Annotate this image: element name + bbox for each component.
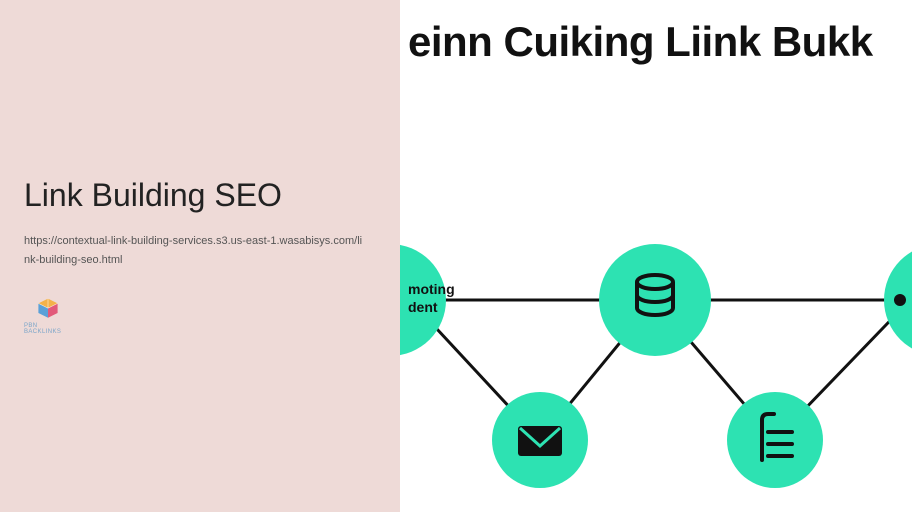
node-left-label-line2: dent [408, 299, 438, 315]
chain-cube-icon [31, 297, 65, 321]
logo-caption: PBN BACKLINKS [24, 323, 72, 335]
mail-icon [518, 426, 562, 456]
sidebar-panel: Link Building SEO https://contextual-lin… [0, 0, 400, 512]
brand-logo: PBN BACKLINKS [24, 297, 72, 335]
node-right-partial [884, 244, 912, 356]
illustration-panel: einn Cuiking Liink Bukk moting dent [400, 0, 912, 512]
node-document [727, 392, 823, 488]
node-database [599, 244, 711, 356]
source-url: https://contextual-link-building-service… [24, 232, 364, 269]
page-title: Link Building SEO [24, 177, 376, 214]
node-mail [492, 392, 588, 488]
dot-icon [894, 294, 906, 306]
network-diagram: moting dent [400, 200, 912, 512]
illustration-headline: einn Cuiking Liink Bukk [408, 18, 912, 66]
node-left-label-line1: moting [408, 281, 455, 297]
